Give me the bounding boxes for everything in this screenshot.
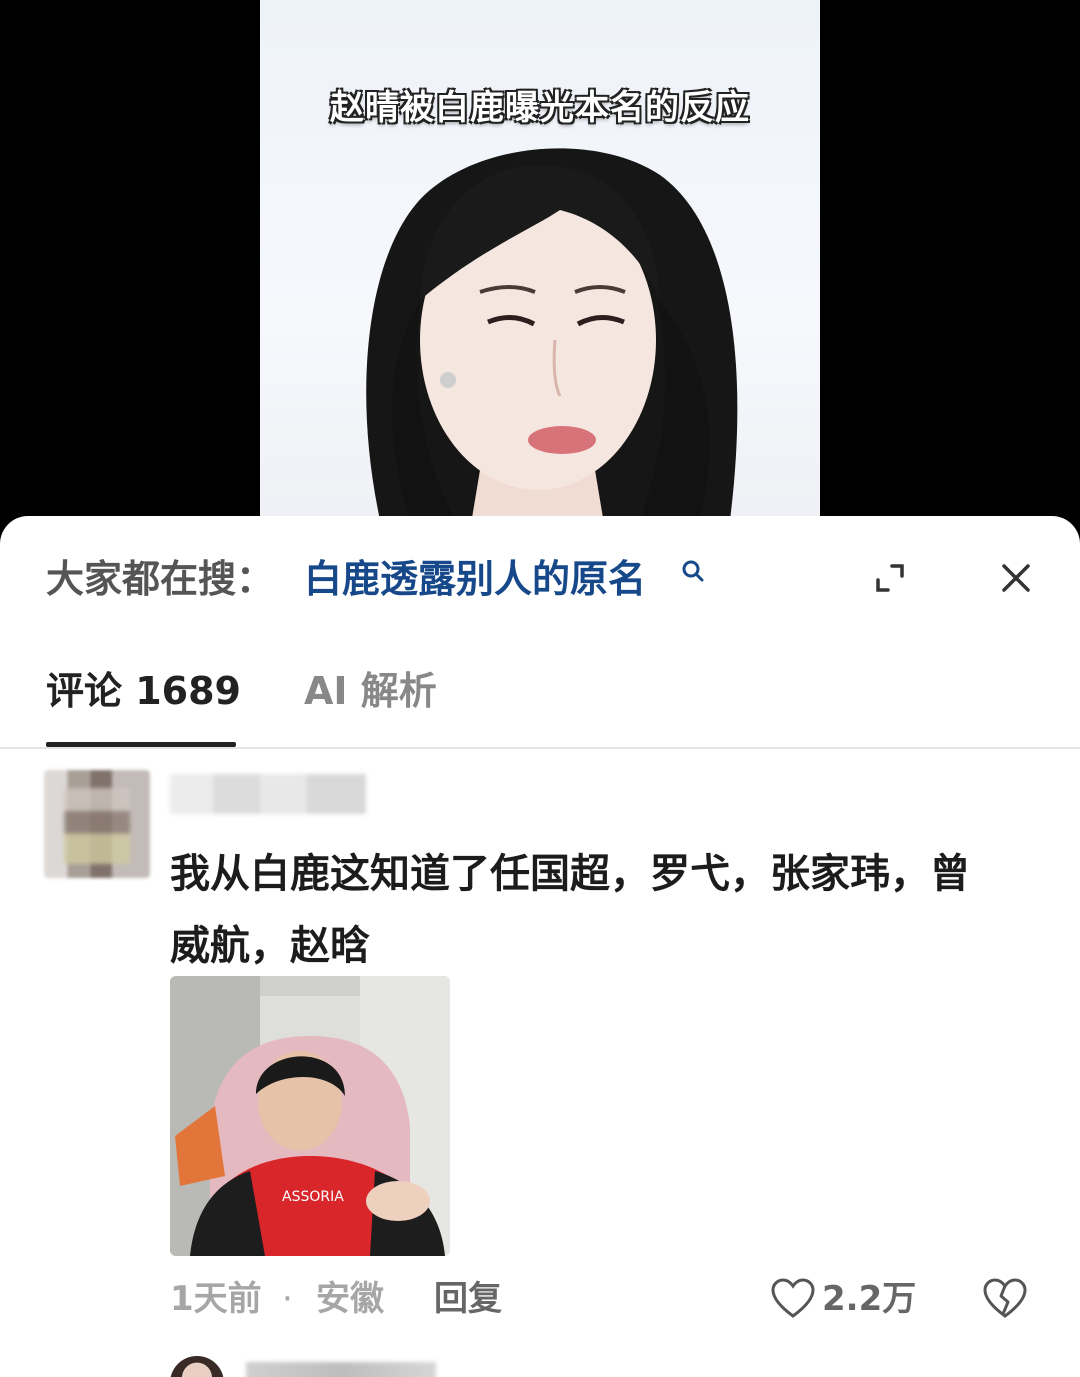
comment-location: 安徽 [316, 1279, 384, 1319]
next-comment-username-blurred [246, 1362, 436, 1377]
comments-sheet: 大家都在搜： 白鹿透露别人的原名 评论 1689 AI 解析 我从白鹿这知道了任… [0, 516, 1080, 1377]
heart-icon[interactable] [770, 1276, 816, 1322]
broken-heart-icon[interactable] [982, 1276, 1028, 1322]
sheet-header: 大家都在搜： 白鹿透露别人的原名 [46, 552, 1040, 612]
tab-comments[interactable]: 评论 1689 [46, 662, 241, 720]
comment-image-photo: ASSORIA [170, 976, 450, 1256]
video-caption: 赵晴被白鹿曝光本名的反应 [330, 88, 750, 128]
expand-icon[interactable] [870, 558, 910, 598]
avatar-pixelated [64, 788, 130, 864]
tab-ai-analysis[interactable]: AI 解析 [304, 662, 437, 720]
tab-bar: 评论 1689 AI 解析 [46, 662, 646, 748]
comment-text-line: 威航，赵晗 [170, 923, 370, 969]
comment-time: 1天前 [170, 1279, 262, 1319]
close-icon[interactable] [996, 558, 1036, 598]
comment-text: 我从白鹿这知道了任国超，罗弋，张家玮，曾 威航，赵晗 [170, 838, 1030, 982]
comment-meta: 1天前 · 安徽 回复 2.2万 [170, 1276, 1050, 1326]
next-comment-avatar[interactable] [170, 1356, 224, 1377]
like-count: 2.2万 [822, 1279, 917, 1319]
comment-text-line: 我从白鹿这知道了任国超，罗弋，张家玮，曾 [170, 851, 970, 897]
meta-separator: · [282, 1279, 293, 1319]
screen: 赵晴被白鹿曝光本名的反应 大家都在搜： 白鹿透露别人的原名 评论 1689 AI… [0, 0, 1080, 1377]
username-blurred [170, 774, 366, 814]
search-icon[interactable] [680, 558, 706, 584]
search-prefix-label: 大家都在搜： [46, 557, 275, 601]
svg-text:ASSORIA: ASSORIA [282, 1189, 344, 1205]
video-player[interactable]: 赵晴被白鹿曝光本名的反应 [260, 0, 820, 530]
trending-search-link[interactable]: 白鹿透露别人的原名 [304, 552, 646, 606]
comment-image[interactable]: ASSORIA [170, 976, 450, 1256]
divider [0, 747, 1080, 749]
reply-button[interactable]: 回复 [434, 1276, 502, 1322]
